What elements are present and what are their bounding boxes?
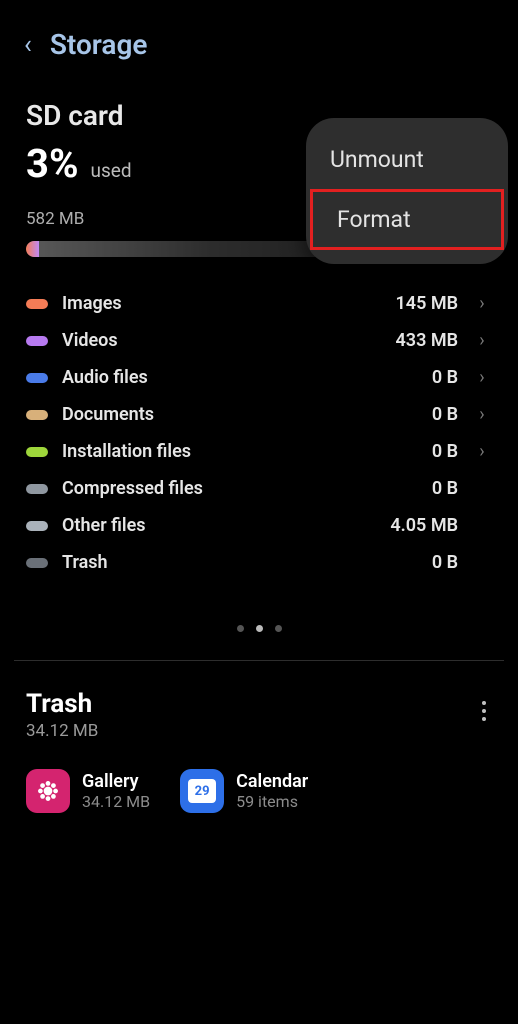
category-name: Images: [62, 293, 382, 314]
trash-apps-row: Gallery 34.12 MB 29 Calendar 59 items: [26, 769, 492, 813]
trash-app-item[interactable]: 29 Calendar 59 items: [180, 769, 308, 813]
more-icon[interactable]: [472, 701, 496, 721]
category-color-icon: [26, 299, 48, 309]
category-size: 4.05 MB: [390, 515, 458, 536]
category-size: 433 MB: [396, 330, 459, 351]
chevron-right-icon: ›: [472, 293, 492, 314]
category-row[interactable]: Installation files 0 B ›: [26, 433, 492, 470]
category-name: Audio files: [62, 367, 418, 388]
category-size: 0 B: [432, 552, 458, 573]
category-row[interactable]: Audio files 0 B ›: [26, 359, 492, 396]
category-size: 0 B: [432, 478, 458, 499]
category-size: 0 B: [432, 367, 458, 388]
category-name: Videos: [62, 330, 382, 351]
calendar-icon: 29: [188, 779, 216, 803]
chevron-right-icon: ›: [472, 404, 492, 425]
trash-app-item[interactable]: Gallery 34.12 MB: [26, 769, 150, 813]
chevron-right-icon: ›: [472, 441, 492, 462]
category-row[interactable]: Videos 433 MB ›: [26, 322, 492, 359]
chevron-right-icon: ›: [472, 367, 492, 388]
menu-item-unmount[interactable]: Unmount: [306, 132, 508, 187]
category-size: 0 B: [432, 441, 458, 462]
category-name: Compressed files: [62, 478, 418, 499]
trash-subtitle: 34.12 MB: [26, 721, 492, 741]
category-name: Documents: [62, 404, 418, 425]
category-list: Images 145 MB › Videos 433 MB › Audio fi…: [26, 285, 492, 581]
trash-title: Trash: [26, 689, 492, 719]
gallery-icon: [35, 778, 61, 804]
context-menu: Unmount Format: [306, 118, 508, 264]
pager-dot: [275, 625, 282, 632]
category-color-icon: [26, 484, 48, 494]
gallery-app-icon: [26, 769, 70, 813]
app-name: Gallery: [82, 771, 150, 792]
header: ‹ Storage: [0, 0, 518, 79]
storage-percent-label: used: [91, 159, 132, 182]
page-title: Storage: [50, 28, 148, 61]
app-text: Calendar 59 items: [236, 771, 308, 811]
chevron-right-icon: ›: [472, 330, 492, 351]
category-size: 145 MB: [396, 293, 459, 314]
category-color-icon: [26, 410, 48, 420]
calendar-app-icon: 29: [180, 769, 224, 813]
back-icon[interactable]: ‹: [24, 32, 32, 58]
storage-percent: 3%: [26, 140, 79, 187]
category-color-icon: [26, 558, 48, 568]
app-subtitle: 59 items: [236, 792, 308, 811]
category-row: Other files 4.05 MB: [26, 507, 492, 544]
storage-bar-fill: [26, 241, 39, 257]
pager-dot-active: [256, 625, 263, 632]
category-color-icon: [26, 447, 48, 457]
pager-dot: [237, 625, 244, 632]
category-row[interactable]: Documents 0 B ›: [26, 396, 492, 433]
category-size: 0 B: [432, 404, 458, 425]
app-name: Calendar: [236, 771, 308, 792]
category-color-icon: [26, 373, 48, 383]
app-subtitle: 34.12 MB: [82, 792, 150, 811]
category-color-icon: [26, 336, 48, 346]
menu-item-format[interactable]: Format: [310, 189, 504, 250]
category-name: Trash: [62, 552, 418, 573]
app-text: Gallery 34.12 MB: [82, 771, 150, 811]
trash-section: Trash 34.12 MB Gallery 34.12 MB 29 Calen…: [0, 661, 518, 813]
category-row: Compressed files 0 B: [26, 470, 492, 507]
category-row[interactable]: Images 145 MB ›: [26, 285, 492, 322]
category-name: Other files: [62, 515, 376, 536]
category-row: Trash 0 B: [26, 544, 492, 581]
category-color-icon: [26, 521, 48, 531]
page-indicator[interactable]: [26, 625, 492, 656]
category-name: Installation files: [62, 441, 418, 462]
